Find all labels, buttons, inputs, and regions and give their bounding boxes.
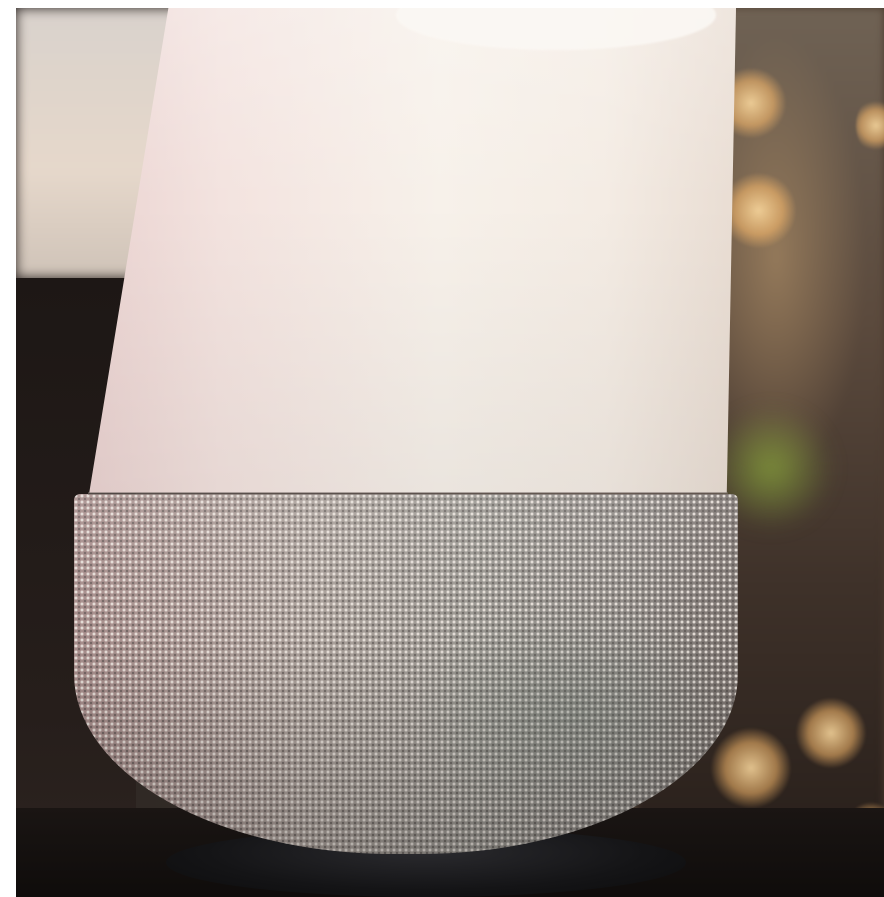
- speaker-top-shading: [89, 8, 736, 493]
- speaker-photo: [16, 8, 884, 897]
- speaker-fabric-base: [74, 494, 738, 854]
- speaker-seam-line: [88, 492, 728, 495]
- fabric-shading: [74, 494, 738, 854]
- photo-frame: [0, 0, 884, 897]
- bokeh-light: [796, 698, 866, 768]
